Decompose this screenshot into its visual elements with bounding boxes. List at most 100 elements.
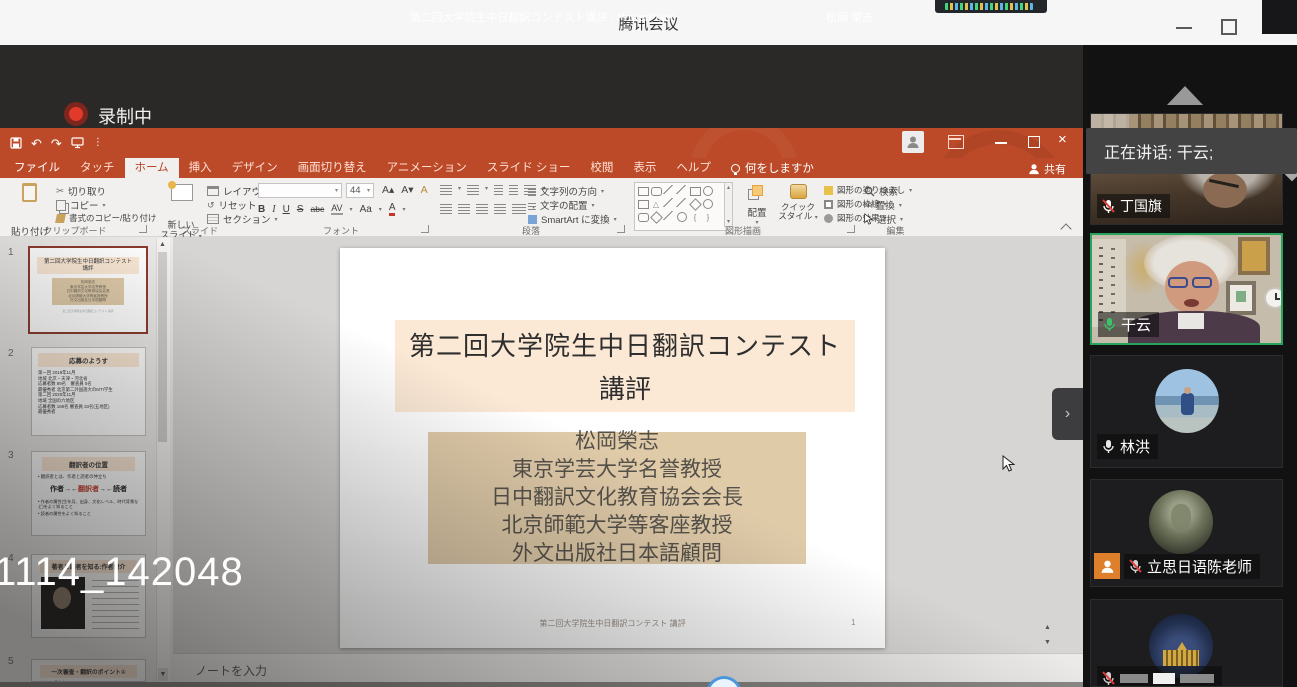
- next-slide-button[interactable]: ▼: [1044, 639, 1051, 646]
- slide-thumbnail-5[interactable]: 一次審査・翻訳のポイント① • どんな読者か?: [31, 659, 146, 682]
- ppt-document-title: 第二回大学院生中日翻訳コンテスト講評 - PowerPoint: [0, 9, 1083, 25]
- justify-icon[interactable]: [494, 204, 506, 214]
- text-direction-button[interactable]: 文字列の方向 ▾: [528, 184, 604, 198]
- font-dialog-launcher[interactable]: [421, 225, 429, 233]
- paste-icon: [22, 183, 37, 202]
- abc-strike-button[interactable]: abc: [310, 204, 324, 214]
- align-buttons[interactable]: ▾: [440, 204, 535, 214]
- tab-design[interactable]: デザイン: [222, 158, 288, 178]
- participant-tile-4[interactable]: 立思日语陈老师: [1090, 479, 1283, 587]
- gallery-scroll[interactable]: ▴▾: [724, 182, 733, 227]
- window-close-button[interactable]: [1262, 0, 1297, 34]
- numbering-icon[interactable]: [467, 185, 479, 195]
- align-right-icon[interactable]: [476, 204, 488, 214]
- ppt-user-avatar[interactable]: [902, 131, 924, 153]
- thumb-number-2: 2: [8, 348, 14, 359]
- shrink-font-icon[interactable]: A▾: [401, 184, 413, 196]
- window-minimize-button[interactable]: [1176, 27, 1192, 29]
- grow-font-icon[interactable]: A▴: [382, 184, 394, 196]
- strikethrough-button[interactable]: S: [297, 204, 304, 215]
- qat-customize-icon[interactable]: ⋮: [93, 138, 103, 148]
- previous-slide-button[interactable]: ▲: [1044, 624, 1051, 631]
- find-button[interactable]: 検索: [864, 184, 898, 198]
- save-icon[interactable]: [10, 137, 22, 149]
- ppt-restore-button[interactable]: [1028, 136, 1040, 148]
- replace-button[interactable]: ab 置換 ▾: [864, 198, 902, 212]
- participant-tile-3[interactable]: 林洪: [1090, 355, 1283, 468]
- participant-name-chip: [1097, 666, 1222, 687]
- notes-placeholder[interactable]: ノートを入力: [195, 662, 267, 679]
- font-color-button[interactable]: A: [389, 202, 396, 216]
- ribbon-display-options-icon[interactable]: [948, 135, 964, 149]
- indent-decrease-icon[interactable]: [494, 185, 503, 195]
- arrange-button[interactable]: 配置 ▾: [740, 183, 774, 226]
- cut-button[interactable]: ✂ 切り取り: [56, 184, 106, 198]
- tab-insert[interactable]: 挿入: [179, 158, 222, 178]
- slide-thumbnail-1[interactable]: 第二回大学院生中日翻訳コンテスト講評 松岡榮志 東京学芸大学名誉教授 日中翻訳文…: [28, 246, 148, 334]
- tab-touch[interactable]: タッチ: [70, 158, 125, 178]
- ppt-close-button[interactable]: ×: [1058, 132, 1067, 147]
- participant-tile-2[interactable]: 干云: [1090, 233, 1283, 345]
- slide-thumbnail-2[interactable]: 応募のようす 第一回 2019年11月 地域 北京・天津・河北省 応募者数 89…: [31, 347, 146, 436]
- ppt-minimize-button[interactable]: [995, 142, 1007, 144]
- participant-glasses-left: [1168, 277, 1188, 288]
- undo-icon[interactable]: ↶: [31, 137, 42, 150]
- reset-button[interactable]: ↺ リセット: [207, 198, 257, 212]
- tell-me-box[interactable]: 何をしますか: [721, 158, 824, 178]
- change-case-button[interactable]: Aa: [360, 204, 372, 215]
- participant-avatar: [1155, 369, 1219, 433]
- tab-slideshow[interactable]: スライド ショー: [477, 158, 581, 178]
- tab-view[interactable]: 表示: [623, 158, 666, 178]
- slide-title-box[interactable]: 第二回大学院生中日翻訳コンテスト 講評: [395, 320, 855, 412]
- slideshow-icon[interactable]: [71, 137, 84, 149]
- copy-button[interactable]: コピー ▾: [56, 198, 106, 212]
- tab-help[interactable]: ヘルプ: [666, 158, 721, 178]
- quick-styles-button[interactable]: クイック スタイル ▾: [778, 183, 818, 223]
- redo-icon[interactable]: ↷: [51, 137, 62, 150]
- caret: ▾: [458, 185, 461, 195]
- paragraph-dialog-launcher[interactable]: [617, 225, 625, 233]
- window-maximize-button[interactable]: [1221, 19, 1237, 35]
- notes-pane[interactable]: [173, 653, 1083, 683]
- bold-button[interactable]: B: [258, 204, 265, 215]
- scroll-up-icon[interactable]: ▲: [159, 241, 166, 248]
- font-size-input[interactable]: 44▾: [346, 183, 374, 198]
- participant-name: 林洪: [1120, 436, 1150, 457]
- mic-icon: [1102, 439, 1115, 454]
- tab-animations[interactable]: アニメーション: [377, 158, 477, 178]
- collapse-ribbon-button[interactable]: [1060, 223, 1071, 234]
- ppt-share-button[interactable]: 共有: [1028, 161, 1066, 177]
- scroll-down-button[interactable]: ▼: [158, 668, 168, 681]
- drawing-dialog-launcher[interactable]: [847, 225, 855, 233]
- speaking-toast: 正在讲话: 干云;: [1086, 128, 1297, 174]
- underline-button[interactable]: U: [283, 204, 290, 215]
- columns-icon[interactable]: [512, 204, 526, 214]
- align-text-button[interactable]: 文字の配置 ▾: [528, 198, 595, 212]
- participant-tile-5[interactable]: [1090, 599, 1283, 687]
- font-grow-shrink[interactable]: A▴ A▾ A: [382, 184, 428, 196]
- align-center-icon[interactable]: [458, 204, 470, 214]
- bullets-icon[interactable]: [440, 185, 452, 195]
- caret: ▾: [815, 215, 818, 221]
- italic-button[interactable]: I: [272, 204, 275, 215]
- panel-scroll-up-icon[interactable]: [1167, 86, 1203, 105]
- tab-home[interactable]: ホーム: [125, 158, 179, 178]
- font-name-input[interactable]: ▾: [258, 183, 342, 198]
- tab-file[interactable]: ファイル: [4, 158, 70, 178]
- panel-collapse-handle[interactable]: ›: [1052, 388, 1083, 440]
- section-caret: ▾: [275, 216, 278, 223]
- mic-active-icon: [1103, 317, 1116, 332]
- clear-format-icon[interactable]: A: [421, 184, 428, 196]
- char-spacing-button[interactable]: AV: [331, 203, 342, 215]
- cut-label: 切り取り: [68, 184, 106, 198]
- align-left-icon[interactable]: [440, 204, 452, 214]
- slide-subtitle-box[interactable]: 松岡榮志 東京学芸大学名誉教授 日中翻訳文化教育協会会長 北京師範大学等客座教授…: [428, 432, 806, 564]
- format-painter-button[interactable]: 書式のコピー/貼り付け: [56, 212, 156, 224]
- scrollbar-thumb[interactable]: [158, 252, 167, 442]
- thumb-number-5: 5: [8, 656, 14, 667]
- slide-thumbnail-3[interactable]: 翻訳者の位置 • 翻訳者とは、作者と読者の仲立ち 作者→←翻訳者→←読者 • 作…: [31, 451, 146, 536]
- indent-increase-icon[interactable]: [509, 185, 518, 195]
- tab-transitions[interactable]: 画面切り替え: [288, 158, 377, 178]
- clipboard-dialog-launcher[interactable]: [139, 225, 147, 233]
- tab-review[interactable]: 校閲: [580, 158, 623, 178]
